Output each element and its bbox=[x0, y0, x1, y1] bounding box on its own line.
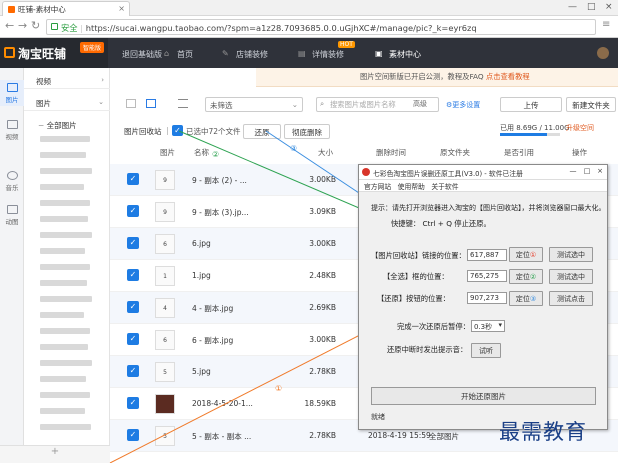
start-restore-button[interactable]: 开始还原图片 bbox=[371, 387, 596, 405]
beep-label: 还原中断时发出提示音： bbox=[387, 345, 468, 354]
locate-num: ③ bbox=[529, 295, 537, 303]
locate-button-1[interactable]: 定位① bbox=[509, 247, 543, 262]
locate-label: 定位 bbox=[515, 273, 530, 281]
pause-label: 完成一次还原后暂停： bbox=[397, 322, 470, 331]
dialog-maximize-icon[interactable]: □ bbox=[581, 167, 593, 177]
dialog-minimize-icon[interactable]: — bbox=[567, 167, 579, 177]
locate-button-3[interactable]: 定位③ bbox=[509, 291, 543, 306]
status-text: 就绪 bbox=[371, 413, 385, 421]
listen-button[interactable]: 试听 bbox=[471, 343, 501, 358]
row-selectall-label: 【全选】框的位置： bbox=[383, 272, 449, 281]
locate-num: ① bbox=[529, 251, 537, 259]
menu-official-site[interactable]: 官方网站 bbox=[364, 183, 391, 191]
dialog-titlebar: 七彩色淘宝图片误删还原工具(V3.0) - 软件已注册 — □ × bbox=[359, 165, 607, 180]
watermark: 最需教育 bbox=[499, 420, 587, 444]
restore-tool-dialog: 七彩色淘宝图片误删还原工具(V3.0) - 软件已注册 — □ × 官方网站 使… bbox=[358, 164, 608, 430]
menu-help[interactable]: 使用帮助 bbox=[398, 183, 425, 191]
dialog-menubar: 官方网站 使用帮助 关于软件 bbox=[359, 180, 607, 192]
restore-position-field[interactable]: 907,273 bbox=[467, 292, 507, 304]
menu-about[interactable]: 关于软件 bbox=[431, 183, 458, 191]
dialog-close-icon[interactable]: × bbox=[594, 167, 606, 177]
pause-select[interactable]: 0.3秒 ▾ bbox=[471, 320, 505, 332]
row-restore-label: 【还原】按钮的位置： bbox=[377, 294, 450, 303]
screen: 旺铺-素材中心 × — □ × ← → ↻ 安全 | https://sucai… bbox=[0, 0, 618, 463]
locate-label: 定位 bbox=[515, 251, 530, 259]
dialog-tip: 提示：请先打开浏览器进入淘宝的【图片回收站】，并将浏览器窗口最大化。 bbox=[371, 204, 606, 212]
annotation-1: ① bbox=[275, 384, 283, 393]
locate-num: ② bbox=[529, 273, 537, 281]
recycle-position-field[interactable]: 617,887 bbox=[467, 249, 507, 261]
app-icon bbox=[362, 168, 370, 176]
annotation-2: ② bbox=[212, 150, 220, 159]
locate-label: 定位 bbox=[515, 295, 530, 303]
pause-value: 0.3秒 bbox=[474, 323, 493, 331]
test-select-button-2[interactable]: 测试选中 bbox=[549, 269, 593, 284]
dialog-title: 七彩色淘宝图片误删还原工具(V3.0) - 软件已注册 bbox=[373, 170, 523, 178]
chevron-down-icon: ▾ bbox=[498, 321, 502, 329]
dialog-hotkey: 快捷键： Ctrl + Q 停止还原。 bbox=[391, 219, 491, 228]
row-recycle-label: 【图片回收站】链接的位置： bbox=[371, 251, 466, 260]
annotation-3: ③ bbox=[290, 144, 298, 153]
test-click-button[interactable]: 测试点击 bbox=[549, 291, 593, 306]
locate-button-2[interactable]: 定位② bbox=[509, 269, 543, 284]
test-select-button-1[interactable]: 测试选中 bbox=[549, 247, 593, 262]
selectall-position-field[interactable]: 765,275 bbox=[467, 270, 507, 282]
